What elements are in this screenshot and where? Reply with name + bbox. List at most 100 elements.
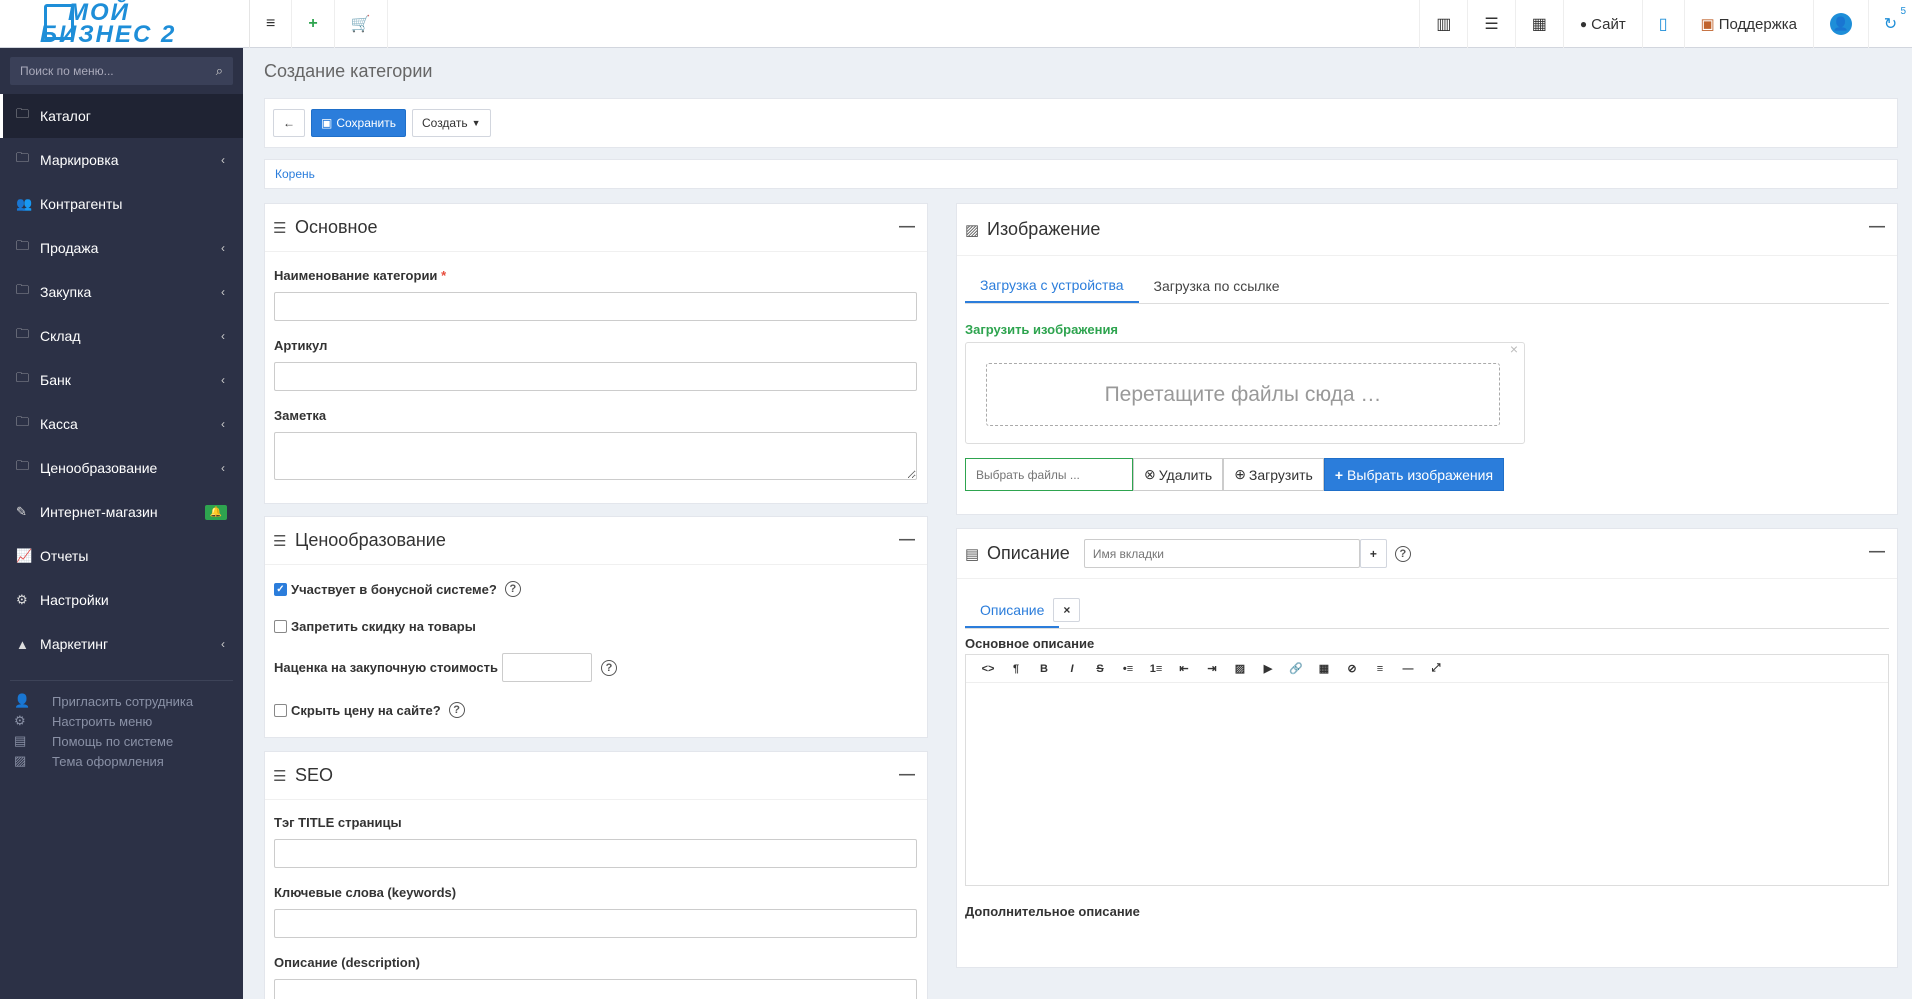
title-tag-input[interactable]: [274, 839, 917, 868]
logo[interactable]: МОЙ БИЗНЕС 2: [0, 0, 250, 48]
paragraph-icon[interactable]: ¶: [1002, 663, 1030, 675]
sidebar-item-label: Ценообразование: [40, 460, 158, 476]
horizontal-rule-icon[interactable]: —: [1394, 663, 1422, 675]
collapse-icon[interactable]: —: [899, 218, 915, 236]
collapse-icon[interactable]: —: [899, 766, 915, 784]
calendar-button[interactable]: ▦: [1514, 0, 1563, 48]
sidebar-item-settings[interactable]: ⚙ Настройки: [0, 578, 243, 622]
align-left-icon: ☰: [273, 219, 287, 237]
choose-images-label: Выбрать изображения: [1347, 466, 1494, 483]
tab-description[interactable]: Описание: [965, 593, 1060, 628]
save-label: Сохранить: [336, 116, 396, 130]
bonus-checkbox[interactable]: ✓: [274, 582, 287, 596]
table-icon[interactable]: ▦: [1310, 662, 1338, 675]
site-button[interactable]: ● Сайт: [1562, 0, 1642, 48]
bold-icon[interactable]: B: [1030, 663, 1058, 675]
hide-price-checkbox[interactable]: [274, 703, 287, 717]
italic-icon[interactable]: I: [1058, 663, 1086, 675]
outdent-icon[interactable]: ⇤: [1170, 662, 1198, 675]
sidebar-item-online-store[interactable]: ✎ Интернет-магазин 🔔: [0, 490, 243, 534]
cart-button[interactable]: 🛒: [335, 0, 388, 48]
image-icon[interactable]: ▨: [1226, 662, 1254, 675]
tab-upload-link[interactable]: Загрузка по ссылке: [1139, 268, 1295, 303]
barcode-button[interactable]: ▥: [1419, 0, 1467, 48]
indent-icon[interactable]: ⇥: [1198, 662, 1226, 675]
create-dropdown-button[interactable]: Создать ▼: [411, 109, 491, 137]
article-input[interactable]: [274, 362, 917, 391]
page-title: Создание категории: [264, 61, 433, 81]
help-link[interactable]: ▤ Помощь по системе: [14, 731, 243, 751]
arrow-left-icon: ←: [283, 116, 295, 130]
required-mark: *: [441, 268, 447, 283]
unlink-icon[interactable]: ⊘: [1338, 662, 1366, 675]
dropzone[interactable]: × Перетащите файлы сюда …: [965, 341, 1525, 444]
tab-upload-device[interactable]: Загрузка с устройства: [965, 268, 1139, 303]
align-icon[interactable]: ≡: [1366, 663, 1394, 675]
fullscreen-icon[interactable]: ⤢: [1422, 662, 1450, 675]
support-label: Поддержка: [1718, 15, 1797, 33]
theme-link[interactable]: ▨ Тема оформления: [14, 751, 243, 771]
sidebar-item-purchase[interactable]: 🗀 Закупка ‹: [0, 270, 243, 314]
strikethrough-icon[interactable]: S: [1086, 663, 1114, 675]
menu-toggle-button[interactable]: ≡: [250, 0, 293, 48]
name-input[interactable]: [274, 292, 917, 321]
sidebar-item-marketing[interactable]: ▲ Маркетинг ‹: [0, 622, 243, 666]
plus-icon: +: [1334, 466, 1344, 483]
numbered-list-icon[interactable]: 1≡: [1142, 663, 1170, 675]
tab-description-label: Описание: [980, 601, 1045, 618]
markup-input[interactable]: [501, 653, 592, 682]
help-icon[interactable]: ?: [504, 581, 521, 597]
bullet-list-icon[interactable]: •≡: [1114, 663, 1142, 675]
add-tab-button[interactable]: +: [1359, 539, 1387, 568]
help-icon[interactable]: ?: [600, 659, 617, 676]
seo-description-label: Описание (description): [274, 955, 420, 970]
image-title: Изображение: [987, 219, 1101, 239]
remove-tab-button[interactable]: ×: [1053, 598, 1081, 622]
invite-employee-link[interactable]: 👤 Пригласить сотрудника: [14, 691, 243, 711]
link-icon[interactable]: 🔗: [1282, 662, 1310, 675]
collapse-icon[interactable]: —: [899, 531, 915, 549]
sidebar-item-warehouse[interactable]: 🗀 Склад ‹: [0, 314, 243, 358]
list-button[interactable]: ☰: [1467, 0, 1514, 48]
floppy-icon: ▣: [321, 116, 333, 130]
code-icon[interactable]: <>: [974, 663, 1002, 675]
choose-images-button[interactable]: + Выбрать изображения: [1323, 458, 1505, 491]
delete-button[interactable]: ⊗ Удалить: [1133, 458, 1224, 491]
note-textarea[interactable]: [274, 432, 917, 480]
upload-icon: ⊕: [1234, 466, 1246, 482]
magic-wand-icon: ✎: [16, 504, 27, 519]
notifications-button[interactable]: ↻ 5: [1868, 0, 1912, 48]
sidebar-item-pricing[interactable]: 🗀 Ценообразование ‹: [0, 446, 243, 490]
sidebar-item-bank[interactable]: 🗀 Банк ‹: [0, 358, 243, 402]
breadcrumb-root-link[interactable]: Корень: [275, 167, 315, 181]
video-icon[interactable]: ▶: [1254, 662, 1282, 675]
tab-name-input[interactable]: [1083, 539, 1360, 568]
sidebar-item-sales[interactable]: 🗀 Продажа ‹: [0, 226, 243, 270]
back-button[interactable]: ←: [273, 109, 305, 137]
search-icon[interactable]: ⌕: [216, 63, 223, 79]
support-button[interactable]: ▣ Поддержка: [1683, 0, 1813, 48]
sidebar-item-contractors[interactable]: 👥 Контрагенты: [0, 182, 243, 226]
keywords-input[interactable]: [274, 909, 917, 938]
no-discount-checkbox[interactable]: [274, 620, 287, 633]
collapse-icon[interactable]: —: [1869, 218, 1885, 236]
sidebar-item-catalog[interactable]: 🗀 Каталог: [0, 94, 243, 138]
help-icon[interactable]: ?: [1394, 545, 1411, 562]
collapse-icon[interactable]: —: [1869, 543, 1885, 561]
sidebar-item-cashbox[interactable]: 🗀 Касса ‹: [0, 402, 243, 446]
user-button[interactable]: 👤: [1813, 0, 1868, 48]
seo-description-input[interactable]: [274, 979, 917, 999]
upload-button[interactable]: ⊕ Загрузить: [1223, 458, 1324, 491]
extra-description-label: Дополнительное описание: [965, 904, 1140, 919]
choose-files-input[interactable]: [965, 458, 1133, 491]
configure-menu-link[interactable]: ⚙ Настроить меню: [14, 711, 243, 731]
app-button[interactable]: ▯: [1641, 0, 1684, 48]
editor-content-area[interactable]: [966, 683, 1888, 883]
add-button[interactable]: +: [292, 0, 335, 48]
help-icon[interactable]: ?: [448, 702, 465, 718]
sidebar-item-reports[interactable]: 📈 Отчеты: [0, 534, 243, 578]
close-icon[interactable]: ×: [1510, 341, 1518, 357]
sidebar-item-marking[interactable]: 🗀 Маркировка ‹: [0, 138, 243, 182]
sidebar-search-input[interactable]: [10, 57, 233, 85]
save-button[interactable]: ▣ Сохранить: [311, 109, 406, 137]
